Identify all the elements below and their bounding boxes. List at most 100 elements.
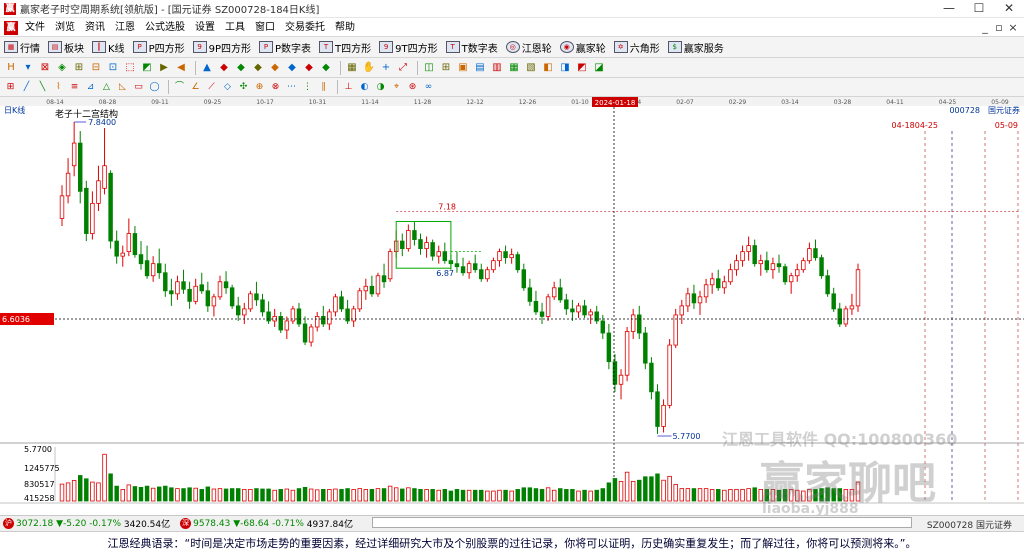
line-tool-icon[interactable]: ◑ (374, 81, 387, 94)
line-tool-icon[interactable]: ▭ (132, 81, 145, 94)
kline-chart-panel[interactable]: 08-14 08-28 09-11 09-25 10-17 10-31 11-14 11-28… (0, 97, 1024, 517)
draw-tool-icon[interactable]: ▦ (507, 61, 521, 75)
draw-tool-icon[interactable]: ✋ (362, 61, 376, 75)
draw-tool-icon[interactable]: ▥ (490, 61, 504, 75)
menu-help[interactable]: 帮助 (330, 19, 360, 37)
maximize-button[interactable]: ☐ (964, 0, 994, 18)
sh-index[interactable]: 沪 3072.18 ▼-5.20 -0.17% 3420.54亿 (3, 517, 170, 530)
line-tool-icon[interactable]: ∞ (422, 81, 435, 94)
draw-tool-icon[interactable]: ▧ (524, 61, 538, 75)
volume-bar (235, 488, 241, 502)
draw-tool-icon[interactable]: H (4, 61, 18, 75)
menu-trade[interactable]: 交易委托 (280, 19, 330, 37)
draw-tool-icon[interactable]: ◆ (217, 61, 231, 75)
candle-body (728, 269, 733, 283)
toolbar-t-square-button[interactable]: T T四方形 (319, 40, 371, 55)
line-tool-icon[interactable]: ∥ (317, 81, 330, 94)
toolbar-winner-wheel-button[interactable]: ◉ 赢家轮 (559, 40, 606, 55)
volume-bar (400, 488, 405, 502)
candle-body (266, 311, 271, 322)
line-tool-icon[interactable]: ⊛ (406, 81, 419, 94)
line-tool-icon[interactable]: ⟋ (205, 81, 218, 94)
line-tool-icon[interactable]: ⌇ (52, 81, 65, 94)
draw-tool-icon[interactable]: ◪ (592, 61, 606, 75)
draw-tool-icon[interactable]: ▲ (200, 61, 214, 75)
line-tool-icon[interactable]: ⌒ (173, 81, 186, 94)
toolbar-p-table-button[interactable]: P P数字表 (259, 40, 311, 55)
menu-settings[interactable]: 设置 (190, 19, 220, 37)
line-tool-icon[interactable]: ⊕ (253, 81, 266, 94)
line-tool-icon[interactable]: ≡ (68, 81, 81, 94)
draw-tool-icon[interactable]: ▤ (473, 61, 487, 75)
line-tool-icon[interactable]: ⋯ (285, 81, 298, 94)
line-tool-icon[interactable]: △ (100, 81, 113, 94)
menu-tools[interactable]: 工具 (220, 19, 250, 37)
draw-tool-icon[interactable]: ⬚ (123, 61, 137, 75)
toolbar-quotes-button[interactable]: ▦ 行情 (4, 40, 40, 55)
menu-window[interactable]: 窗口 (250, 19, 280, 37)
toolbar-service-button[interactable]: $ 赢家服务 (667, 40, 724, 55)
line-tool-icon[interactable]: ╱ (20, 81, 33, 94)
draw-tool-icon[interactable]: ◈ (55, 61, 69, 75)
line-tool-icon[interactable]: ╲ (36, 81, 49, 94)
line-tool-icon[interactable]: ∠ (189, 81, 202, 94)
draw-tool-icon[interactable]: ▦ (345, 61, 359, 75)
line-tool-icon[interactable]: ✣ (237, 81, 250, 94)
draw-tool-icon[interactable]: ◆ (285, 61, 299, 75)
line-tool-icon[interactable]: ⊗ (269, 81, 282, 94)
menu-formula[interactable]: 公式选股 (140, 19, 190, 37)
line-tool-icon[interactable]: ⋮ (301, 81, 314, 94)
toolbar-hexagon-button[interactable]: ✡ 六角形 (613, 40, 660, 55)
draw-tool-icon[interactable]: ◆ (302, 61, 316, 75)
draw-tool-icon[interactable]: ▣ (456, 61, 470, 75)
toolbar-sector-button[interactable]: ▤ 板块 (48, 40, 84, 55)
sz-index[interactable]: 深 9578.43 ▼-68.64 -0.71% 4937.84亿 (180, 517, 353, 530)
draw-tool-icon[interactable]: ◆ (268, 61, 282, 75)
line-tool-icon[interactable]: ◺ (116, 81, 129, 94)
volume-bar (78, 475, 83, 502)
draw-tool-icon[interactable]: ◧ (541, 61, 555, 75)
draw-tool-icon[interactable]: ⤢ (396, 61, 410, 75)
minimize-button[interactable]: — (934, 0, 964, 18)
toolbar-kline-button[interactable]: ┃ K线 (92, 40, 125, 55)
toolbar-9p-square-button[interactable]: 9 9P四方形 (192, 40, 251, 55)
mdi-minimize-button[interactable]: _ (978, 19, 992, 37)
menu-browse[interactable]: 浏览 (50, 19, 80, 37)
menu-gann[interactable]: 江恩 (110, 19, 140, 37)
draw-tool-icon[interactable]: ◩ (140, 61, 154, 75)
toolbar-separator (195, 60, 196, 75)
toolbar-p-square-button[interactable]: P P四方形 (132, 40, 185, 55)
draw-tool-icon[interactable]: ⊡ (106, 61, 120, 75)
draw-tool-icon[interactable]: ◫ (422, 61, 436, 75)
horizontal-scrollbar[interactable] (372, 517, 912, 528)
menu-news[interactable]: 资讯 (80, 19, 110, 37)
line-tool-icon[interactable]: ⊥ (342, 81, 355, 94)
draw-tool-icon[interactable]: ◆ (319, 61, 333, 75)
draw-tool-icon[interactable]: ◀ (174, 61, 188, 75)
candle-body (454, 263, 460, 268)
draw-tool-icon[interactable]: ▾ (21, 61, 35, 75)
draw-tool-icon[interactable]: ⊞ (439, 61, 453, 75)
draw-tool-icon[interactable]: ⊠ (38, 61, 52, 75)
line-tool-icon[interactable]: ⊞ (4, 81, 17, 94)
line-tool-icon[interactable]: ◯ (148, 81, 161, 94)
toolbar-9t-square-button[interactable]: 9 9T四方形 (379, 40, 438, 55)
menu-file[interactable]: 文件 (20, 19, 50, 37)
draw-tool-icon[interactable]: ⊞ (72, 61, 86, 75)
toolbar-t-table-button[interactable]: T T数字表 (445, 40, 498, 55)
draw-tool-icon[interactable]: ◆ (234, 61, 248, 75)
toolbar-gann-wheel-button[interactable]: ◎ 江恩轮 (505, 40, 552, 55)
draw-tool-icon[interactable]: ▶ (157, 61, 171, 75)
mdi-restore-button[interactable]: ▫ (992, 19, 1006, 37)
line-tool-icon[interactable]: ⌖ (390, 81, 403, 94)
draw-tool-icon[interactable]: ◨ (558, 61, 572, 75)
draw-tool-icon[interactable]: + (379, 61, 393, 75)
draw-tool-icon[interactable]: ⊟ (89, 61, 103, 75)
line-tool-icon[interactable]: ◇ (221, 81, 234, 94)
draw-tool-icon[interactable]: ◩ (575, 61, 589, 75)
draw-tool-icon[interactable]: ◆ (251, 61, 265, 75)
close-button[interactable]: ✕ (994, 0, 1024, 18)
line-tool-icon[interactable]: ⊿ (84, 81, 97, 94)
line-tool-icon[interactable]: ◐ (358, 81, 371, 94)
mdi-close-button[interactable]: × (1006, 19, 1020, 37)
